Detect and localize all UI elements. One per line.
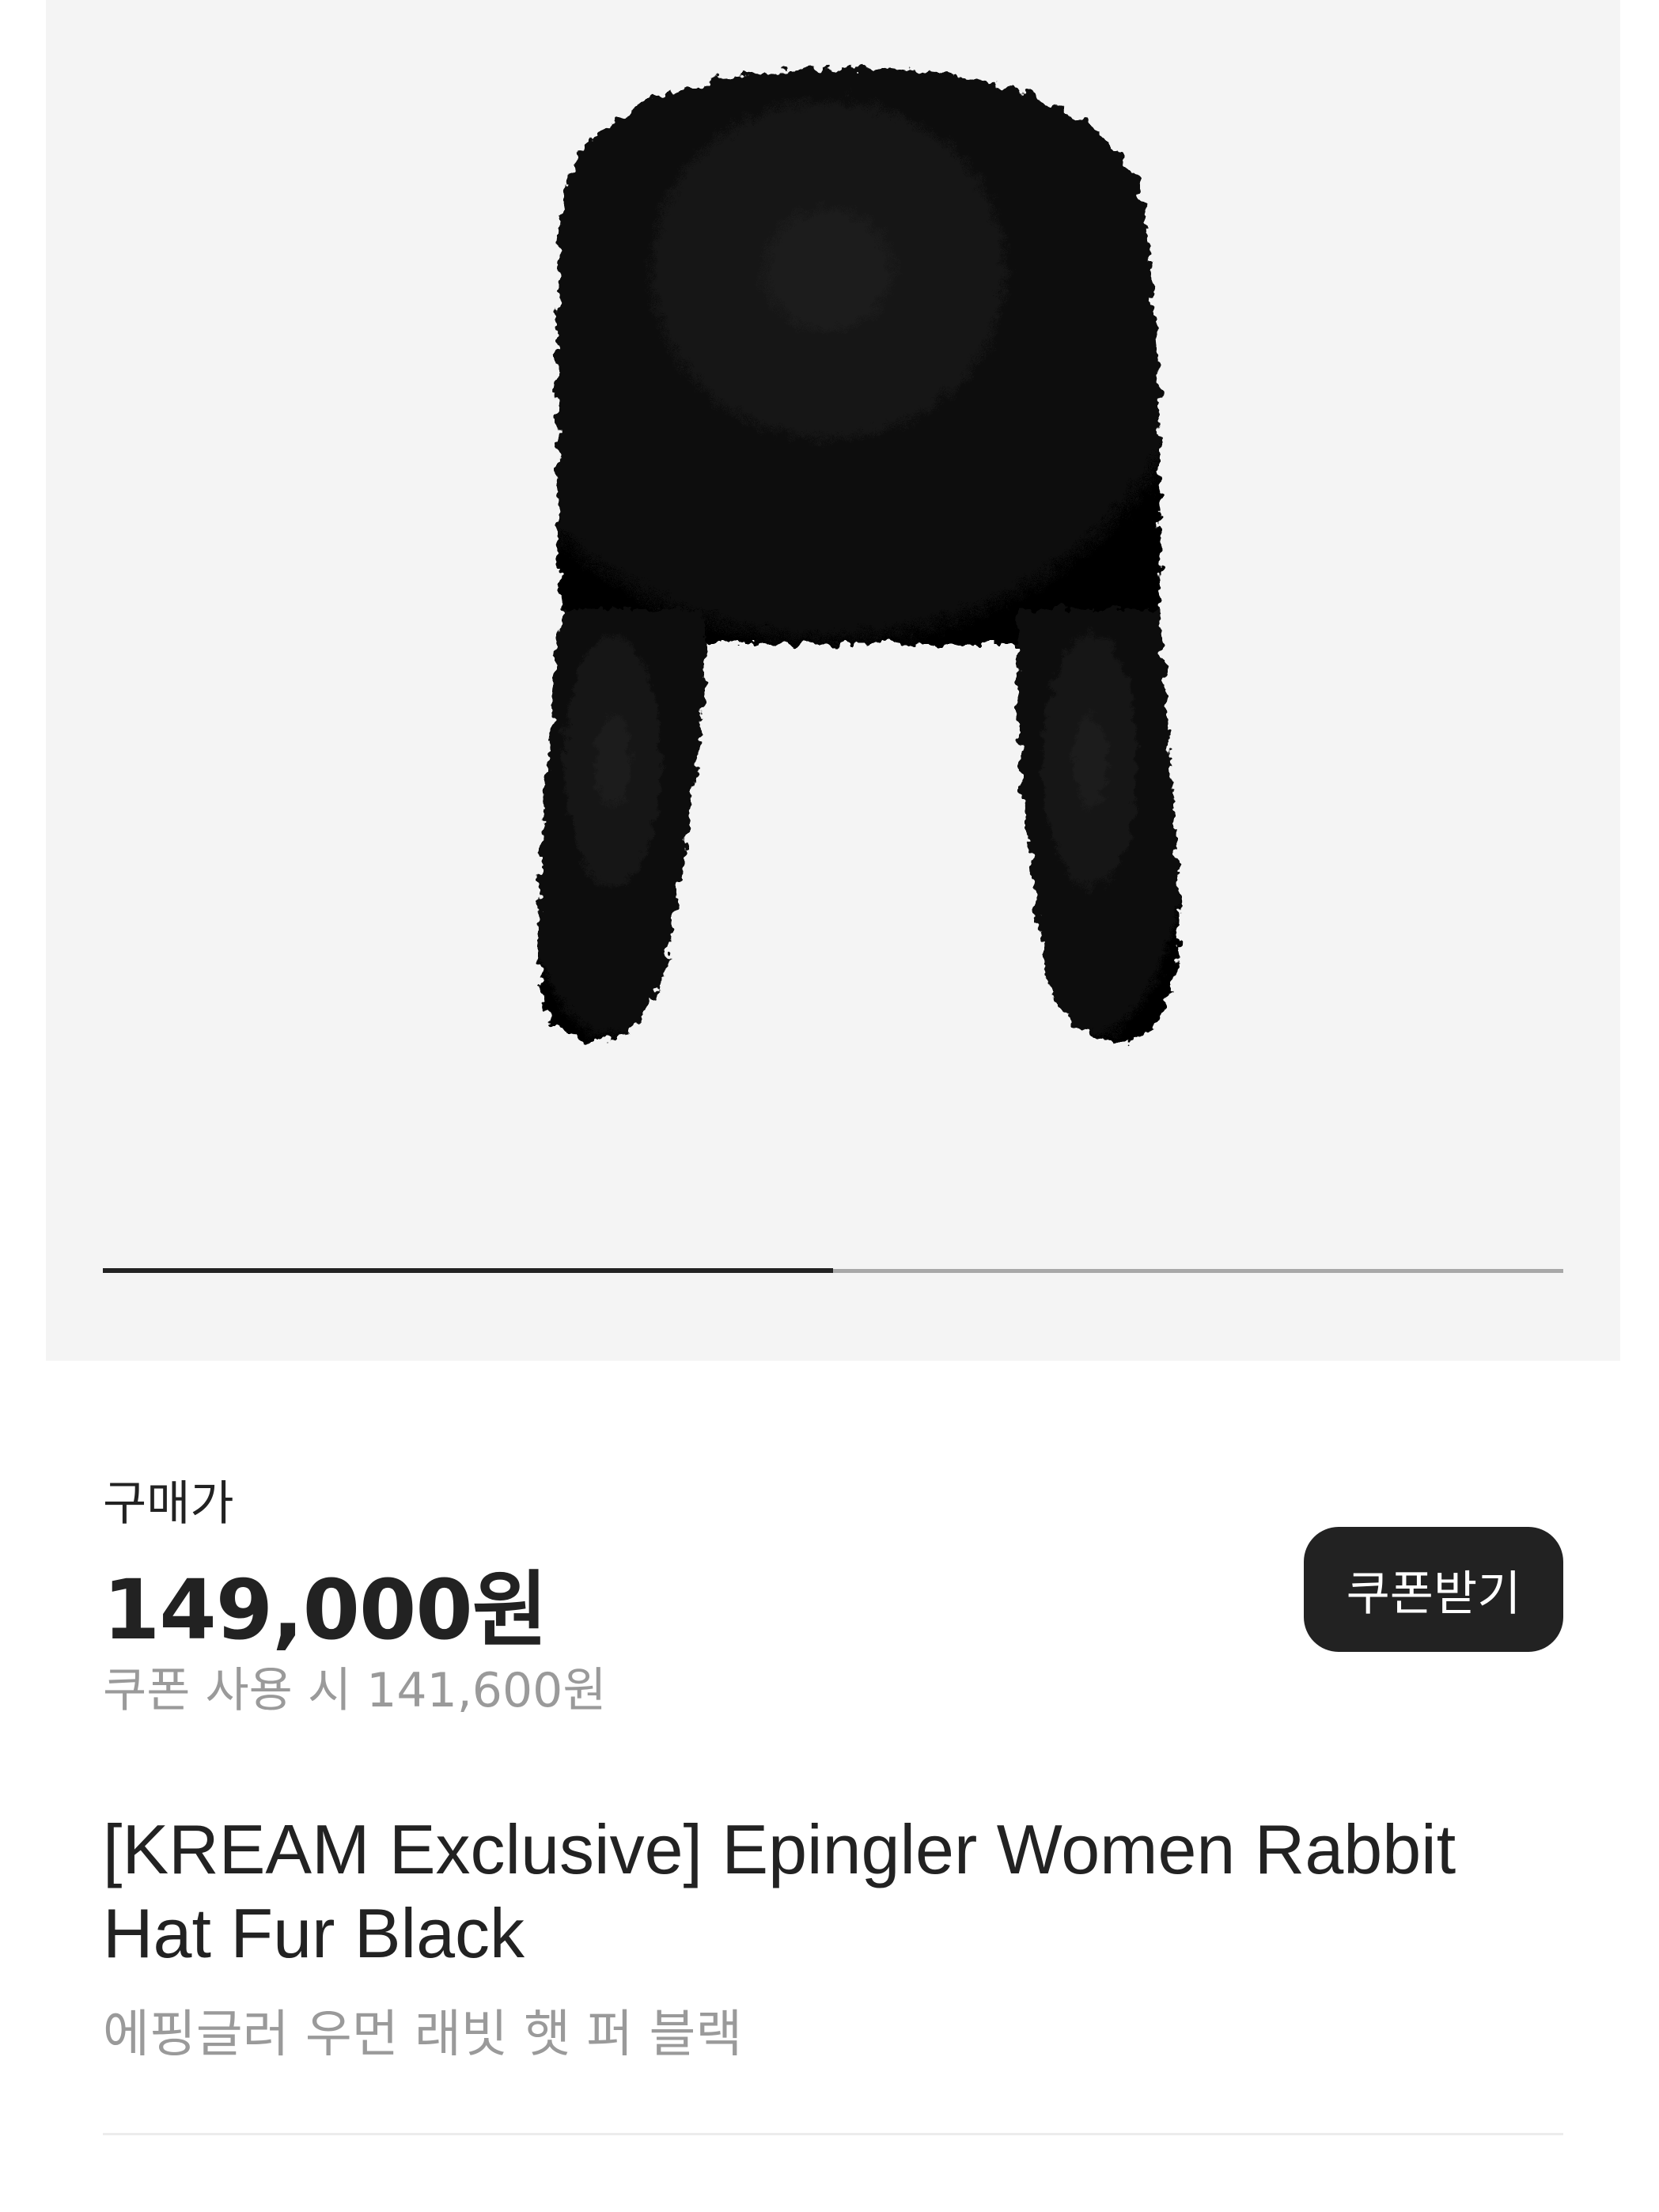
get-coupon-button[interactable]: 쿠폰받기 <box>1304 1527 1563 1652</box>
product-image <box>537 67 1180 1043</box>
gallery-progress-fill <box>103 1268 833 1273</box>
section-divider <box>103 2133 1563 2135</box>
price-value: 149,000원 <box>103 1562 547 1658</box>
gallery-progress-bar <box>103 1268 1563 1273</box>
price-label: 구매가 <box>103 1476 234 1532</box>
product-subtitle: 에핑글러 우먼 래빗 햇 퍼 블랙 <box>103 2006 743 2064</box>
coupon-price-text: 쿠폰 사용 시 141,600원 <box>103 1663 607 1718</box>
product-title: [KREAM Exclusive] Epingler Women Rabbit … <box>103 1810 1456 1972</box>
product-image-gallery[interactable] <box>46 0 1620 1361</box>
